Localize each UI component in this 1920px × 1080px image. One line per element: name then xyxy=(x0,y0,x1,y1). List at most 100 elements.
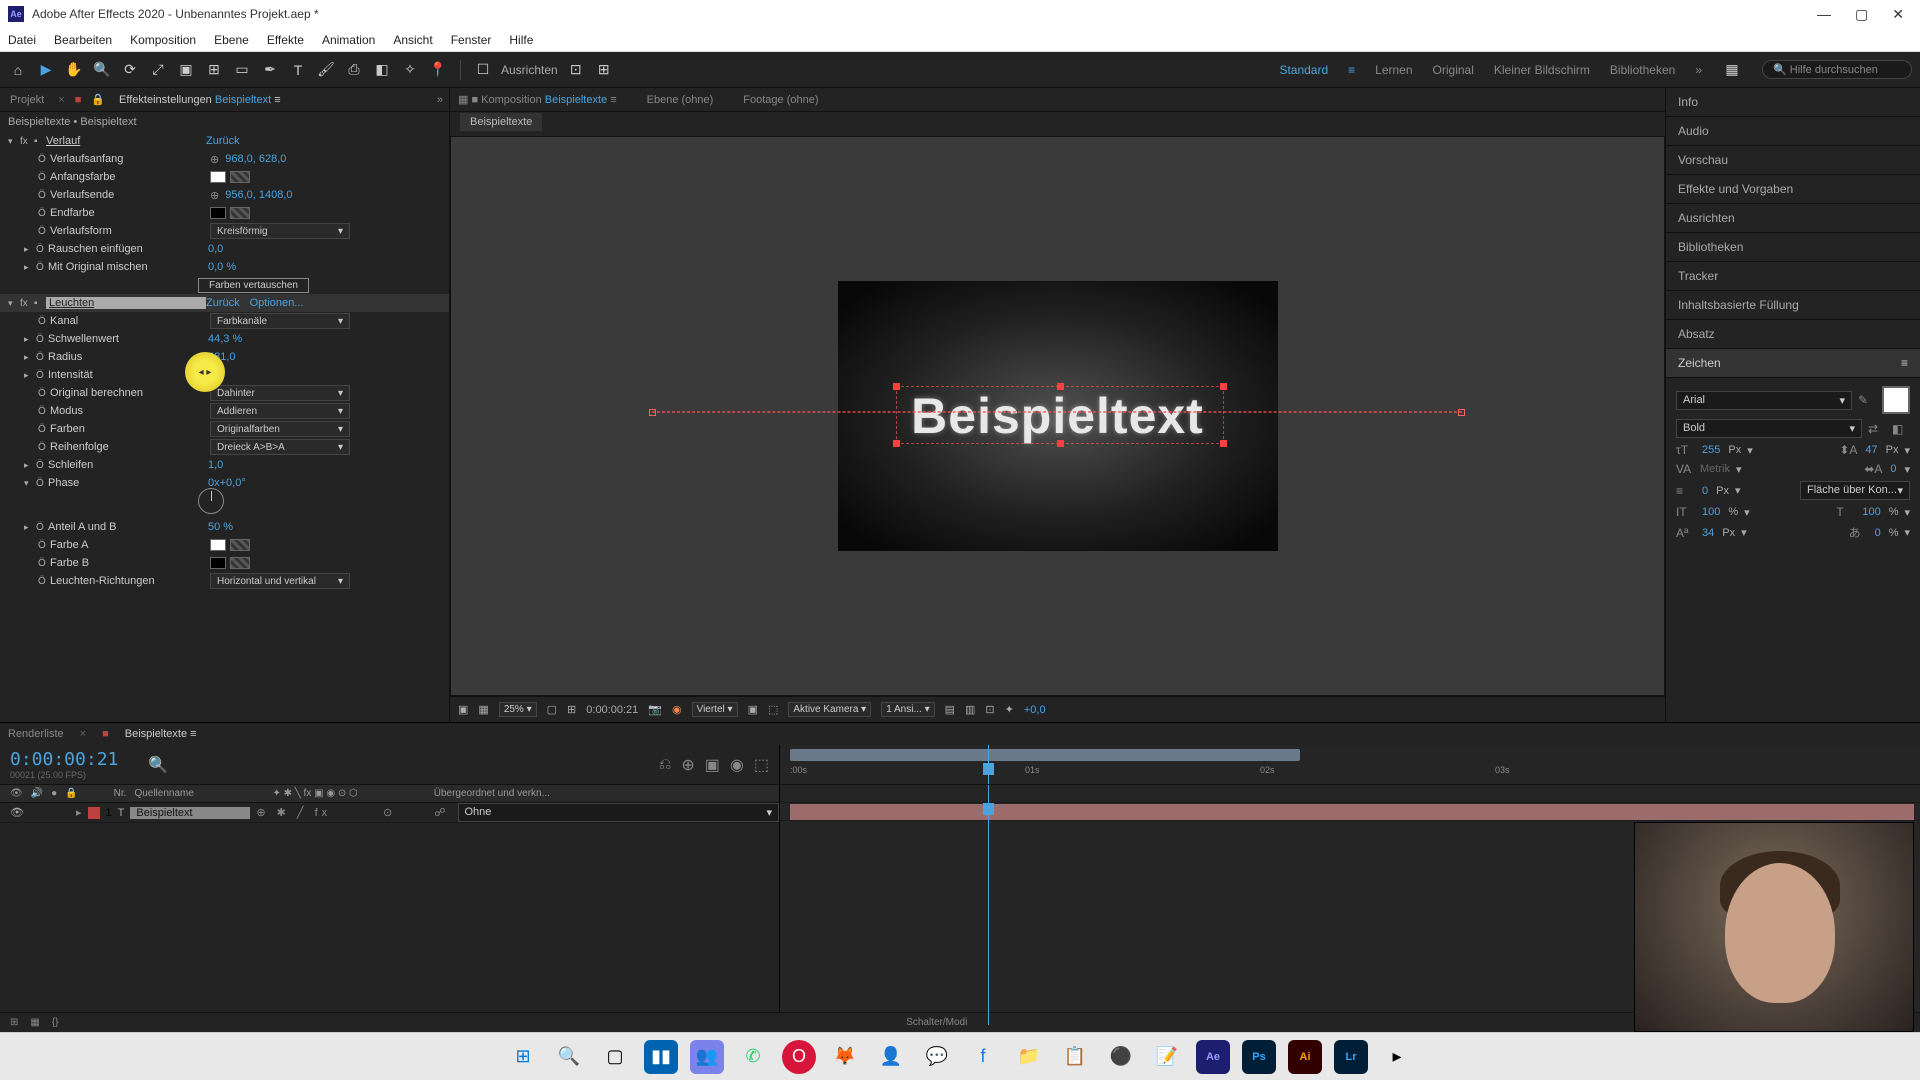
workspace-klein[interactable]: Kleiner Bildschirm xyxy=(1494,63,1590,77)
panel-tracker[interactable]: Tracker xyxy=(1666,262,1920,291)
orbit-tool-icon[interactable]: ⟳ xyxy=(120,60,140,80)
status-i1-icon[interactable]: ⊞ xyxy=(10,1017,18,1028)
taskbar-more-icon[interactable]: ▸ xyxy=(1380,1040,1414,1074)
selection-tool-icon[interactable]: ▶ xyxy=(36,60,56,80)
verlaufsanfang-value[interactable]: 968,0, 628,0 xyxy=(225,153,286,165)
vb-i1-icon[interactable]: ▤ xyxy=(945,703,955,716)
hand-tool-icon[interactable]: ✋ xyxy=(64,60,84,80)
tl-opt5-icon[interactable]: ⬚ xyxy=(754,755,769,775)
farben-dropdown[interactable]: Originalfarben▾ xyxy=(210,421,350,437)
taskbar-ps-icon[interactable]: Ps xyxy=(1242,1040,1276,1074)
panel-info[interactable]: Info xyxy=(1666,88,1920,117)
resolution-dropdown[interactable]: Viertel ▾ xyxy=(692,702,738,717)
panel-ausrichten[interactable]: Ausrichten xyxy=(1666,204,1920,233)
panel-absatz[interactable]: Absatz xyxy=(1666,320,1920,349)
farbe-a-swatch[interactable] xyxy=(210,539,226,551)
tl-opt1-icon[interactable]: ⎌ xyxy=(659,756,672,774)
pen-tool-icon[interactable]: ✒ xyxy=(260,60,280,80)
panel-zeichen[interactable]: Zeichen≡ xyxy=(1666,349,1920,378)
vb-i3-icon[interactable]: ⊡ xyxy=(985,703,994,716)
panel-effekte[interactable]: Effekte und Vorgaben xyxy=(1666,175,1920,204)
modus-dropdown[interactable]: Addieren▾ xyxy=(210,403,350,419)
anteil-ab-value[interactable]: 50 % xyxy=(208,521,233,533)
brush-tool-icon[interactable]: 🖌 xyxy=(316,60,336,80)
taskbar-whatsapp-icon[interactable]: ✆ xyxy=(736,1040,770,1074)
workspace-bib[interactable]: Bibliotheken xyxy=(1610,63,1675,77)
swap-colors-icon[interactable]: ⇄ xyxy=(1868,422,1886,436)
mischen-value[interactable]: 0,0 % xyxy=(208,261,236,273)
workspace-lernen[interactable]: Lernen xyxy=(1375,63,1412,77)
comp-subtab[interactable]: Beispieltexte xyxy=(460,113,542,131)
roto-tool-icon[interactable]: ✧ xyxy=(400,60,420,80)
panel-bibliotheken[interactable]: Bibliotheken xyxy=(1666,233,1920,262)
hscale-value[interactable]: 100 xyxy=(1862,506,1880,518)
tab-projekt[interactable]: Projekt xyxy=(6,92,48,108)
taskbar-word-icon[interactable]: 📝 xyxy=(1150,1040,1184,1074)
tab-footage[interactable]: Footage (ohne) xyxy=(743,94,818,106)
tab-effekteinstellungen[interactable]: Effekteinstellungen Beispieltext ≡ xyxy=(115,92,285,108)
panel-audio[interactable]: Audio xyxy=(1666,117,1920,146)
taskbar-search-icon[interactable]: 🔍 xyxy=(552,1040,586,1074)
reihenfolge-dropdown[interactable]: Dreieck A>B>A▾ xyxy=(210,439,350,455)
workspace-grid-icon[interactable]: ▦ xyxy=(1722,60,1742,80)
minimize-button[interactable]: — xyxy=(1817,6,1831,23)
fx-leuchten-header[interactable]: Leuchten xyxy=(46,297,206,309)
phase-value[interactable]: 0x+0,0° xyxy=(208,477,246,489)
phase-dial[interactable] xyxy=(198,488,224,514)
status-i2-icon[interactable]: ▦ xyxy=(30,1017,39,1028)
workspace-standard[interactable]: Standard xyxy=(1279,63,1328,77)
tab-ebene[interactable]: Ebene (ohne) xyxy=(647,94,714,106)
menu-animation[interactable]: Animation xyxy=(322,33,375,47)
tl-opt2-icon[interactable]: ⊕ xyxy=(681,755,694,775)
verlaufsform-dropdown[interactable]: Kreisförmig▾ xyxy=(210,223,350,239)
eyedropper-icon[interactable]: ✎ xyxy=(1858,393,1876,407)
taskbar-app1-icon[interactable]: O xyxy=(782,1040,816,1074)
tracking-value[interactable]: 0 xyxy=(1890,463,1896,475)
camera-dropdown[interactable]: Aktive Kamera ▾ xyxy=(788,702,871,717)
taskbar-messenger-icon[interactable]: 💬 xyxy=(920,1040,954,1074)
farben-vertauschen-button[interactable]: Farben vertauschen xyxy=(198,278,309,293)
fx-verlauf-reset[interactable]: Zurück xyxy=(206,135,240,147)
vscale-value[interactable]: 100 xyxy=(1702,506,1720,518)
farbe-b-swatch[interactable] xyxy=(210,557,226,569)
font-size-value[interactable]: 255 xyxy=(1702,444,1720,456)
taskbar-obs-icon[interactable]: ⚫ xyxy=(1104,1040,1138,1074)
anfangsfarbe-picker-icon[interactable] xyxy=(230,171,250,183)
leading-value[interactable]: 47 xyxy=(1865,444,1877,456)
taskbar-explorer-icon[interactable]: ▮▮ xyxy=(644,1040,678,1074)
vb-toggle1-icon[interactable]: ▣ xyxy=(748,703,758,716)
timeline-search-icon[interactable]: 🔍 xyxy=(148,755,168,775)
tl-opt4-icon[interactable]: ◉ xyxy=(730,755,744,775)
taskbar-ae-icon[interactable]: Ae xyxy=(1196,1040,1230,1074)
stamp-tool-icon[interactable]: ⎙ xyxy=(344,60,364,80)
text-tool-icon[interactable]: T xyxy=(288,60,308,80)
camera-tool-icon[interactable]: ▣ xyxy=(176,60,196,80)
panel-overflow-icon[interactable]: » xyxy=(437,94,443,106)
fx-leuchten-reset[interactable]: Zurück xyxy=(206,297,240,309)
menu-ebene[interactable]: Ebene xyxy=(214,33,249,47)
panbehind-tool-icon[interactable]: ⊞ xyxy=(204,60,224,80)
menu-komposition[interactable]: Komposition xyxy=(130,33,196,47)
taskbar-firefox-icon[interactable]: 🦊 xyxy=(828,1040,862,1074)
vb-channel-icon[interactable]: ▦ xyxy=(478,703,488,716)
tl-opt3-icon[interactable]: ▣ xyxy=(705,755,720,775)
farbe-a-picker-icon[interactable] xyxy=(230,539,250,551)
layer-clip[interactable] xyxy=(790,804,1914,820)
close-button[interactable]: ✕ xyxy=(1892,6,1904,23)
menu-ansicht[interactable]: Ansicht xyxy=(393,33,432,47)
layer-row-1[interactable]: 👁 ▸ 1 T Beispieltext ⊕ ✱ ╱ fx ⊙ ☍ Ohne▾ xyxy=(0,803,779,823)
puppet-tool-icon[interactable]: 📍 xyxy=(428,60,448,80)
composition-viewer[interactable]: Beispieltext xyxy=(450,136,1665,696)
menu-bearbeiten[interactable]: Bearbeiten xyxy=(54,33,112,47)
baseline-value[interactable]: 34 xyxy=(1702,527,1714,539)
snap-opt1-icon[interactable]: ⊡ xyxy=(566,60,586,80)
panel-vorschau[interactable]: Vorschau xyxy=(1666,146,1920,175)
work-area-bar[interactable] xyxy=(790,749,1300,761)
richtungen-dropdown[interactable]: Horizontal und vertikal▾ xyxy=(210,573,350,589)
workspace-original[interactable]: Original xyxy=(1433,63,1474,77)
tsume-value[interactable]: 0 xyxy=(1875,527,1881,539)
menu-datei[interactable]: Datei xyxy=(8,33,36,47)
vb-3d-icon[interactable]: ⬚ xyxy=(768,703,778,716)
snap-checkbox[interactable]: ☐ xyxy=(473,60,493,80)
fx-verlauf-header[interactable]: Verlauf xyxy=(46,135,206,147)
